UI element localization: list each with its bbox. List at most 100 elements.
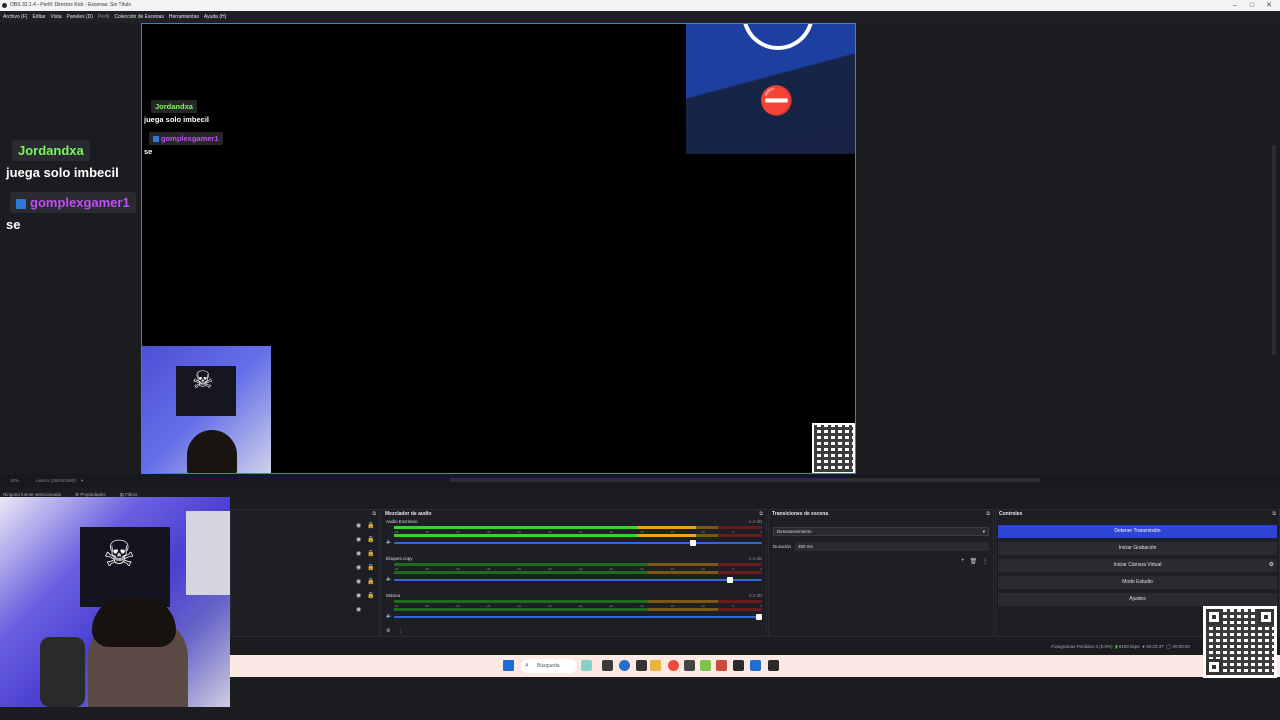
duration-input[interactable]: 300 ms — [795, 542, 989, 551]
edge-icon[interactable] — [619, 660, 630, 671]
menu-ayuda[interactable]: Ayuda (H) — [204, 11, 226, 23]
app-icon[interactable] — [636, 660, 647, 671]
taskbar-search[interactable]: ⌕ Búsqueda — [521, 659, 577, 673]
chat-overlay-large: Jordandxa juega solo imbecil gomplexgame… — [0, 140, 141, 232]
menu-paneles[interactable]: Paneles (D) — [67, 11, 93, 23]
gear-icon[interactable]: ⚙ — [1269, 559, 1274, 572]
qr-code-large — [1203, 606, 1277, 678]
screen: OBS 32.1.4 - Perfil: Directos Kick - Esc… — [0, 0, 1280, 720]
studio-mode-button[interactable]: Modo Estudio — [998, 576, 1277, 589]
live-icon: ● — [1142, 644, 1145, 649]
preview-canvas[interactable]: ⛔ Jordandxa juega solo imbecil gomplexga… — [141, 23, 856, 474]
canvas-size[interactable]: Lienzo (1920x1080) — [36, 474, 76, 488]
mixer-more-icon[interactable]: ⋮ — [398, 628, 403, 634]
canvas-dropdown-icon[interactable]: ▾ — [81, 474, 83, 488]
stream-time: 00:20:37 — [1146, 644, 1164, 649]
folder-icon[interactable] — [650, 660, 661, 671]
lock-icon[interactable]: 🔒 — [367, 592, 374, 599]
eye-icon[interactable]: ◉ — [356, 606, 361, 613]
chat-username: gomplexgamer1 — [10, 192, 136, 213]
eye-icon[interactable]: ◉ — [356, 522, 361, 529]
maximize-button[interactable]: □ — [1245, 0, 1259, 11]
app-icon[interactable] — [684, 660, 695, 671]
start-virtual-camera-button[interactable]: Iniciar Cámara Virtual ⚙ — [998, 559, 1277, 572]
chat-message: se — [6, 217, 21, 232]
brave-icon[interactable] — [668, 660, 679, 671]
eye-icon[interactable]: ◉ — [356, 564, 361, 571]
mixer-channel: Música 0.0 dB -60 -55 -50 -45 -40 -35 -30 -25 -20-… — [382, 593, 766, 630]
start-recording-button[interactable]: Iniciar Grabación — [998, 542, 1277, 555]
dock-float-icon[interactable]: ⧉ — [759, 510, 763, 519]
source-row[interactable]: ◉ — [231, 603, 379, 617]
controls-header: Controles ⧉ — [996, 510, 1279, 519]
stop-streaming-button[interactable]: Detener Transmisión — [998, 525, 1277, 538]
minimize-button[interactable]: – — [1228, 0, 1242, 11]
speaker-icon[interactable]: 🔈 — [386, 576, 392, 582]
source-row[interactable]: ◉ 🔒 — [231, 533, 379, 547]
vertical-scrollbar[interactable] — [1272, 145, 1276, 355]
eye-icon[interactable]: ◉ — [356, 536, 361, 543]
eye-icon[interactable]: ◉ — [356, 550, 361, 557]
menu-coleccion-escenas[interactable]: Colección de Escenas — [114, 11, 163, 23]
source-row[interactable]: ◉ 🔒 — [231, 589, 379, 603]
settings-button[interactable]: Ajustes — [998, 593, 1277, 606]
dock-float-icon[interactable]: ⧉ — [986, 510, 990, 519]
eye-icon[interactable]: ◉ — [356, 578, 361, 585]
lock-icon[interactable]: 🔒 — [367, 536, 374, 543]
dock-float-icon[interactable]: ⧉ — [372, 510, 376, 519]
lock-icon[interactable]: 🔒 — [367, 564, 374, 571]
speaker-icon[interactable]: 🔈 — [386, 539, 392, 545]
taskbar: ⌕ Búsqueda — [230, 655, 1280, 677]
file-explorer-icon[interactable] — [602, 660, 613, 671]
signal-icon: ▮ — [1115, 644, 1118, 649]
transitions-title: Transiciones de escena — [772, 511, 829, 517]
close-button[interactable]: ✕ — [1262, 0, 1276, 11]
volume-slider-knob[interactable] — [756, 614, 762, 620]
dropped-frames: Fotogramas Perdidos 0 (0.0%) — [1051, 644, 1113, 649]
obs-icon[interactable] — [768, 660, 779, 671]
widgets-icon[interactable] — [581, 660, 592, 671]
menu-perfil[interactable]: Perfil — [98, 11, 109, 23]
audio-mixer-dock: Mezclador de audio ⧉ Audio Escritorio -1.… — [381, 509, 767, 637]
chair — [40, 637, 85, 707]
lock-icon[interactable]: 🔒 — [367, 578, 374, 585]
source-row[interactable]: ◉ 🔒 — [231, 519, 379, 533]
menu-archivo[interactable]: Archivo (F) — [3, 11, 27, 23]
app-icon[interactable] — [750, 660, 761, 671]
lock-icon[interactable]: 🔒 — [367, 522, 374, 529]
bot-badge-icon — [16, 198, 26, 209]
eye-icon[interactable]: ◉ — [356, 592, 361, 599]
record-time: 00:00:00 — [1172, 644, 1190, 649]
source-row[interactable]: ◉ 🔒 — [231, 575, 379, 589]
source-row[interactable]: ◉ 🔒 — [231, 561, 379, 575]
duration-label: Duración — [773, 544, 792, 549]
speaker-icon[interactable]: 🔈 — [386, 613, 392, 619]
zoom-level[interactable]: 10% — [10, 474, 19, 488]
app-icon[interactable] — [700, 660, 711, 671]
volume-slider[interactable] — [394, 540, 762, 546]
transition-select[interactable]: Desvanecimiento ▾ — [773, 527, 989, 536]
channel-name: Audio Escritorio — [386, 519, 418, 524]
app-icon[interactable] — [716, 660, 727, 671]
menu-editar[interactable]: Editar — [32, 11, 45, 23]
more-icon[interactable]: ⋮ — [982, 558, 988, 565]
volume-slider-knob[interactable] — [726, 577, 733, 583]
source-row[interactable]: ◉ 🔒 — [231, 547, 379, 561]
horizontal-scrollbar[interactable] — [450, 478, 1040, 482]
windows-start-icon[interactable] — [503, 660, 514, 671]
menu-herramientas[interactable]: Herramientas — [169, 11, 199, 23]
chat-message: juega solo imbecil — [6, 165, 119, 180]
trash-icon[interactable]: 🗑 — [970, 558, 978, 565]
volume-slider-knob[interactable] — [689, 540, 696, 546]
volume-slider[interactable] — [394, 577, 762, 583]
steam-icon[interactable] — [733, 660, 744, 671]
mixer-settings-icon[interactable]: ⚙ — [386, 628, 390, 634]
chat-message: juega solo imbecil — [144, 115, 210, 124]
status-stats: Fotogramas Perdidos 0 (0.0%) ▮ 8180 kbps… — [1051, 641, 1190, 653]
dock-float-icon[interactable]: ⧉ — [1272, 510, 1276, 519]
menu-vista[interactable]: Vista — [51, 11, 62, 23]
add-icon[interactable]: + — [961, 558, 965, 565]
lock-icon[interactable]: 🔒 — [367, 550, 374, 557]
volume-slider[interactable] — [394, 614, 762, 620]
webcam-source[interactable]: ☠ — [142, 346, 271, 473]
